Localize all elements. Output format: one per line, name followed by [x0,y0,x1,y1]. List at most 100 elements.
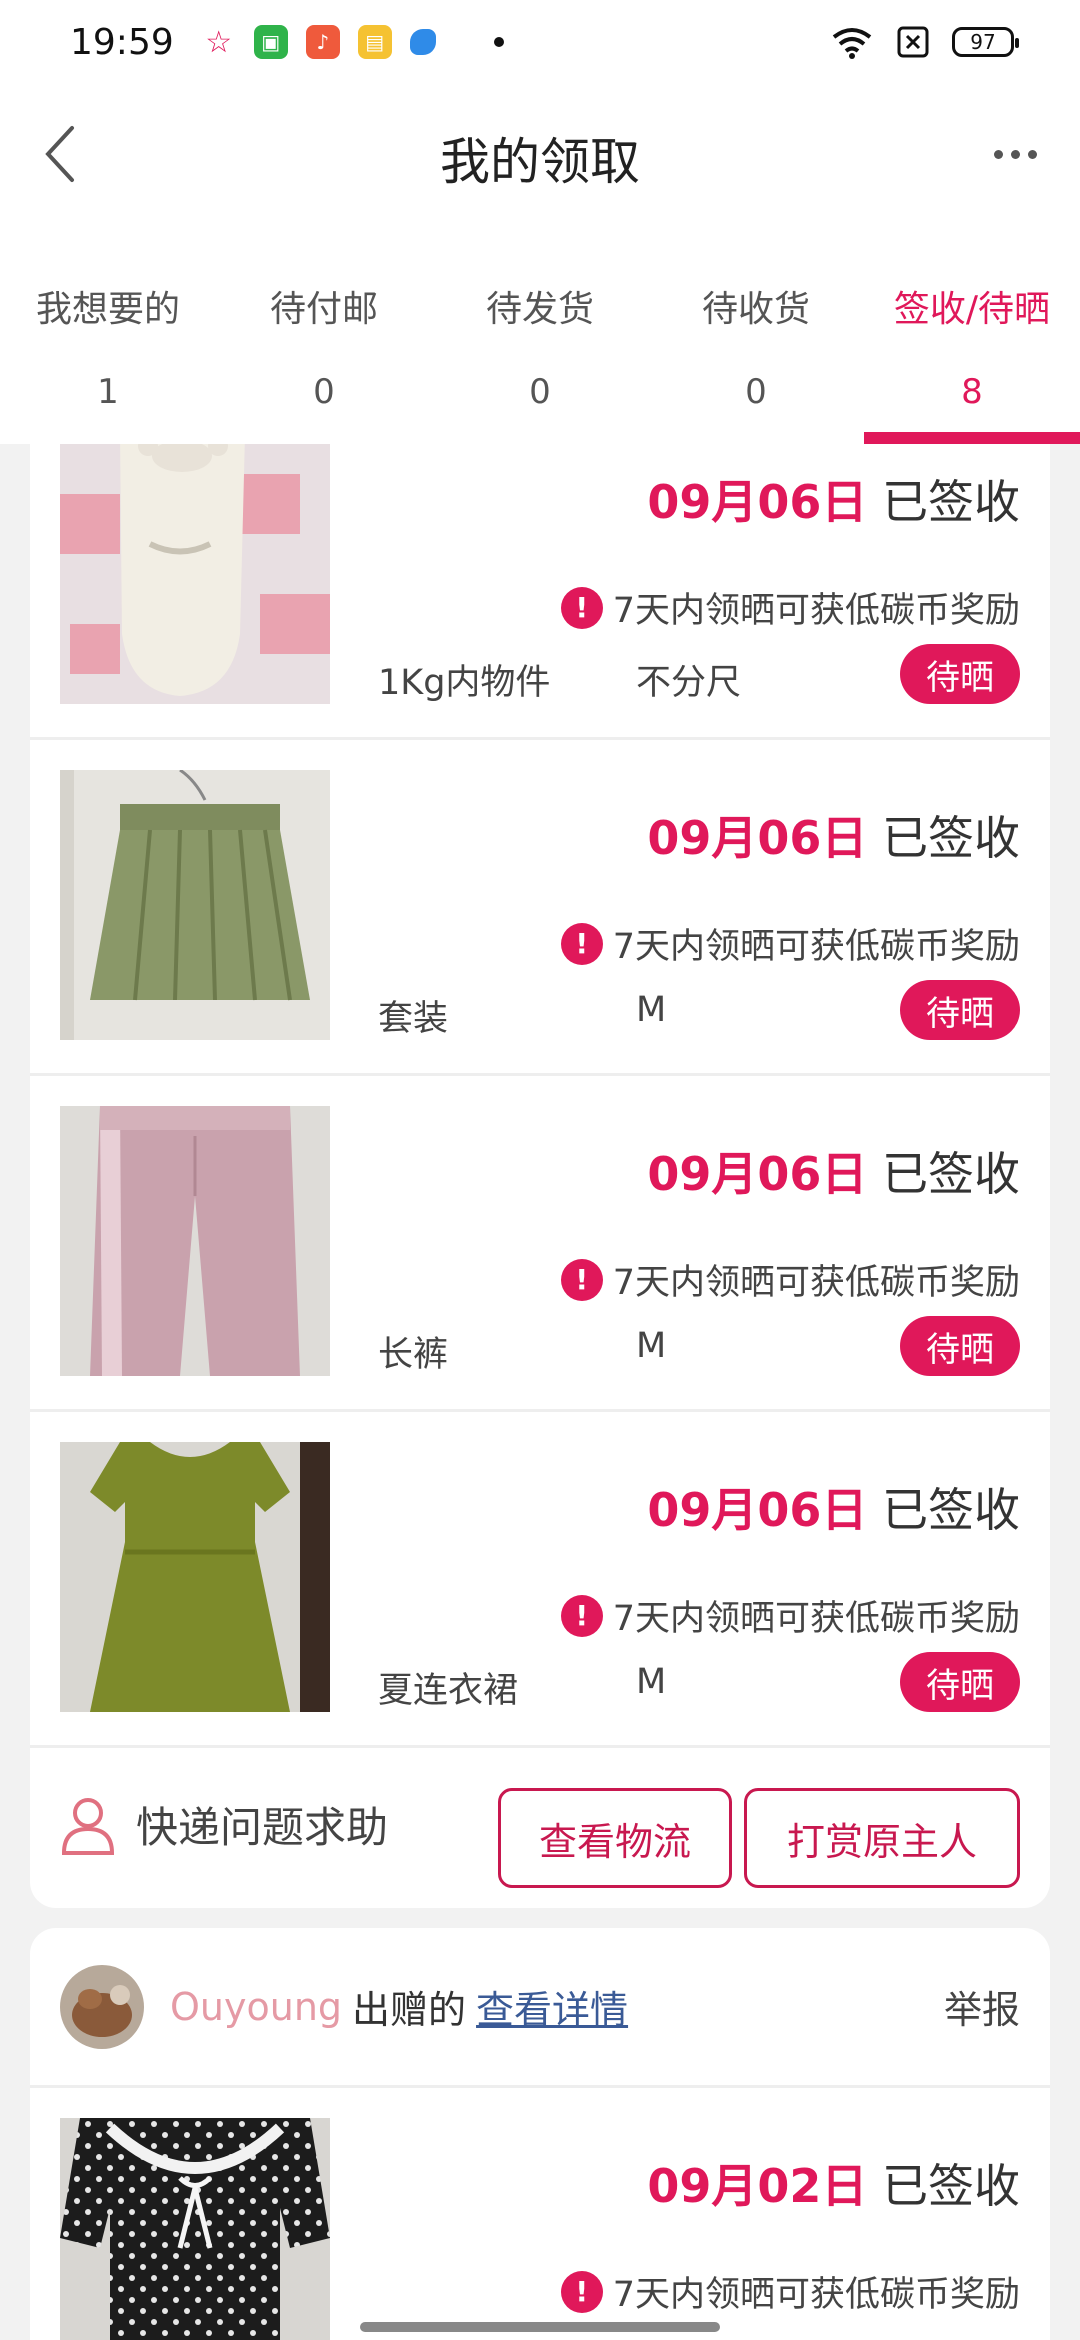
tab-label: 待收货 [701,289,810,330]
alert-icon: ! [560,586,603,629]
status-time: 19:59 [70,21,174,63]
alert-icon: ! [560,1258,603,1301]
page-title: 我的领取 [440,133,640,191]
signed-date: 09月02日 已签收 [647,2150,1020,2216]
reward-text: 7天内领晒可获低碳币奖励 [612,2275,1020,2315]
card-footer: 快递问题求助 查看物流 打赏原主人 [30,1748,1050,1908]
item-photo-pants[interactable] [60,1106,330,1376]
tab-pending-shipment[interactable]: 待发货 0 [432,234,648,444]
share-button[interactable]: 待晒 [900,644,1020,704]
more-dot [993,149,1003,159]
reward-text: 7天内领晒可获低碳币奖励 [612,1263,1020,1303]
tab-label: 我想要的 [35,289,180,330]
status-text: 已签收 [882,2159,1020,2213]
tab-count: 0 [529,372,551,412]
shop-icon: ▣ [253,25,288,59]
tab-count: 8 [961,372,983,412]
home-indicator[interactable] [360,2322,720,2332]
tab-signed-to-share[interactable]: 签收/待晒 8 [864,234,1080,444]
signed-date: 09月06日 已签收 [647,1474,1020,1540]
more-dot [1027,149,1037,159]
item-photo-dress[interactable] [60,1442,330,1712]
status-text: 已签收 [882,1483,1020,1537]
tab-label: 签收/待晒 [893,289,1051,330]
reward-text: 7天内领晒可获低碳币奖励 [612,927,1020,967]
signed-date: 09月06日 已签收 [647,466,1020,532]
reward-notice: ! 7天内领晒可获低碳币奖励 [560,1590,1020,1641]
alert-icon: ! [560,1594,603,1637]
music-icon: ♪ [305,25,340,59]
reward-notice: ! 7天内领晒可获低碳币奖励 [560,2266,1020,2317]
battery-icon: 97 [952,27,1019,57]
app-icon [409,29,436,55]
date-text: 09月02日 [647,2159,868,2213]
tab-count: 0 [313,372,335,412]
status-text: 已签收 [882,811,1020,865]
more-dot [1010,149,1020,159]
store-icon: ▤ [357,25,392,59]
alert-icon: ! [560,2270,603,2313]
date-text: 09月06日 [647,1483,868,1537]
list-item[interactable]: 09月06日 已签收 ! 7天内领晒可获低碳币奖励 1Kg内物件 不分尺 待晒 [30,444,1050,740]
list-item[interactable]: 09月06日 已签收 ! 7天内领晒可获低碳币奖励 套装 M 待晒 [30,740,1050,1076]
giver-text: 出赠的 [352,1988,467,2032]
no-sim-icon [897,26,929,58]
view-logistics-button[interactable]: 查看物流 [498,1788,732,1888]
delivery-help-link[interactable]: 快递问题求助 [60,1794,388,1855]
report-button[interactable]: 举报 [944,1979,1020,2034]
battery-level: 97 [970,30,996,54]
more-options-button[interactable] [980,124,1050,184]
list-item[interactable]: 09月06日 已签收 ! 7天内领晒可获低碳币奖励 长裤 M 待晒 [30,1076,1050,1412]
header: 我的领取 [0,84,1080,234]
status-text: 已签收 [882,475,1020,529]
list-item[interactable]: 09月02日 已签收 ! 7天内领晒可获低碳币奖励 [30,2088,1050,2340]
order-card: 09月06日 已签收 ! 7天内领晒可获低碳币奖励 1Kg内物件 不分尺 待晒 [30,444,1050,1908]
order-list[interactable]: 09月06日 已签收 ! 7天内领晒可获低碳币奖励 1Kg内物件 不分尺 待晒 [0,444,1080,2340]
item-size: M [636,990,667,1030]
more-notifications-dot [493,37,504,47]
reward-notice: ! 7天内领晒可获低碳币奖励 [560,918,1020,969]
wifi-icon [832,28,872,59]
alert-icon: ! [560,922,603,965]
tab-pending-receipt[interactable]: 待收货 0 [648,234,864,444]
item-photo-polka-dress[interactable] [60,2118,330,2340]
tab-label: 待发货 [485,289,594,330]
item-name: 长裤 [378,1335,449,1375]
item-size: 不分尺 [636,663,742,703]
item-name: 1Kg内物件 [378,663,551,703]
tab-label: 待付邮 [269,289,378,330]
tab-wanted[interactable]: 我想要的 1 [0,234,216,444]
help-label: 快递问题求助 [136,1803,389,1852]
item-photo-skirt[interactable] [60,770,330,1040]
date-text: 09月06日 [647,811,868,865]
order-card: Ouyoung 出赠的 查看详情 举报 09月02日 已签收 ! 7天内领晒可获… [30,1928,1050,2340]
status-bar: 19:59 ☆ ▣ ♪ ▤ 97 [0,0,1080,84]
share-button[interactable]: 待晒 [900,1652,1020,1712]
signed-date: 09月06日 已签收 [647,802,1020,868]
tab-pending-postage[interactable]: 待付邮 0 [216,234,432,444]
item-name: 夏连衣裙 [378,1671,519,1711]
status-text: 已签收 [882,1147,1020,1201]
giver-name[interactable]: Ouyoung [170,1985,342,2029]
tab-count: 0 [745,372,767,412]
avatar[interactable] [60,1964,144,2049]
share-button[interactable]: 待晒 [900,980,1020,1040]
item-name: 套装 [378,999,449,1039]
reward-text: 7天内领晒可获低碳币奖励 [612,591,1020,631]
reward-notice: ! 7天内领晒可获低碳币奖励 [560,582,1020,633]
tab-count: 1 [97,372,119,412]
share-button[interactable]: 待晒 [900,1316,1020,1376]
tip-owner-button[interactable]: 打赏原主人 [744,1788,1020,1888]
user-icon [61,1797,115,1855]
reward-text: 7天内领晒可获低碳币奖励 [612,1599,1020,1639]
list-item[interactable]: 09月06日 已签收 ! 7天内领晒可获低碳币奖励 夏连衣裙 M 待晒 [30,1412,1050,1748]
date-text: 09月06日 [647,1147,868,1201]
item-photo-plush[interactable] [60,444,330,704]
giver-row: Ouyoung 出赠的 查看详情 举报 [30,1928,1050,2088]
item-size: M [636,1662,667,1702]
view-details-link[interactable]: 查看详情 [476,1979,628,2034]
signed-date: 09月06日 已签收 [647,1138,1020,1204]
star-icon: ☆ [205,24,233,60]
date-text: 09月06日 [647,475,868,529]
item-size: M [636,1326,667,1366]
